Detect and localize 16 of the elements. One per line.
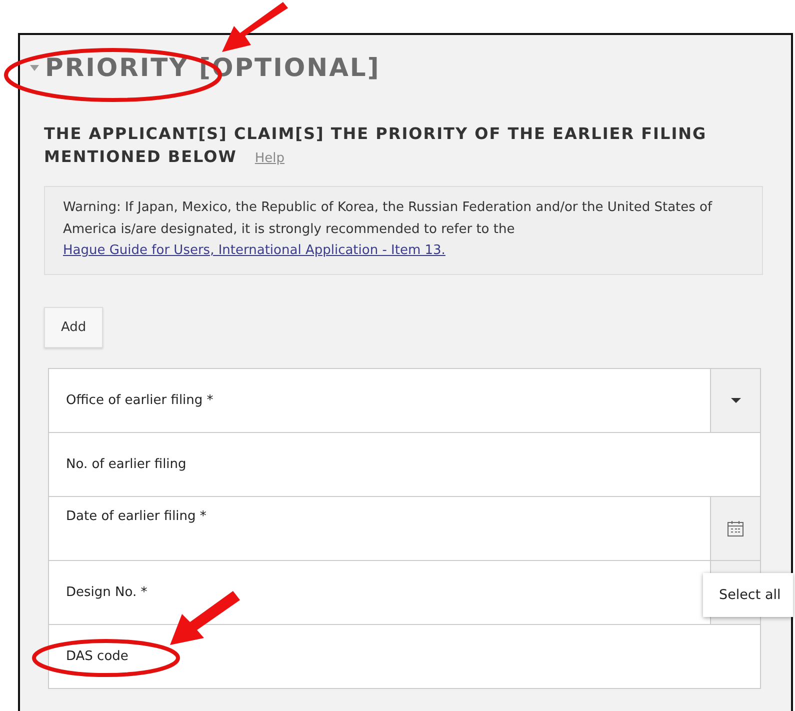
input-field[interactable]: No. of earlier filing (49, 432, 760, 496)
calendar-icon (727, 520, 744, 536)
claim-heading: THE APPLICANT[S] CLAIM[S] THE PRIORITY OF THE EARLIER FILING MENTIONED BELOW Help (44, 123, 708, 168)
arrow (170, 591, 240, 645)
caret-icon[interactable] (30, 64, 39, 70)
input-field[interactable]: DAS code (49, 624, 760, 688)
caret-icon (730, 398, 740, 402)
dropdown-button[interactable] (710, 368, 760, 432)
input-field[interactable]: Date of earlier filing * (49, 496, 710, 560)
add-button[interactable]: Add (44, 306, 104, 348)
warning-message: Warning: If Japan, Mexico, the Republic of Korea, the Russian Federation and/or the United States of America is/are designated, it is strongly recommended to refer to the Hague Guide for Users, International Application - Item 13. (44, 186, 763, 274)
arrow (222, 2, 288, 52)
calendar-button[interactable] (710, 496, 760, 560)
guide-link[interactable]: Hague Guide for Users, International Application - Item 13. (63, 243, 446, 258)
menu-item[interactable]: Select all (703, 587, 781, 603)
input-field[interactable]: Office of earlier filing * (49, 368, 710, 432)
